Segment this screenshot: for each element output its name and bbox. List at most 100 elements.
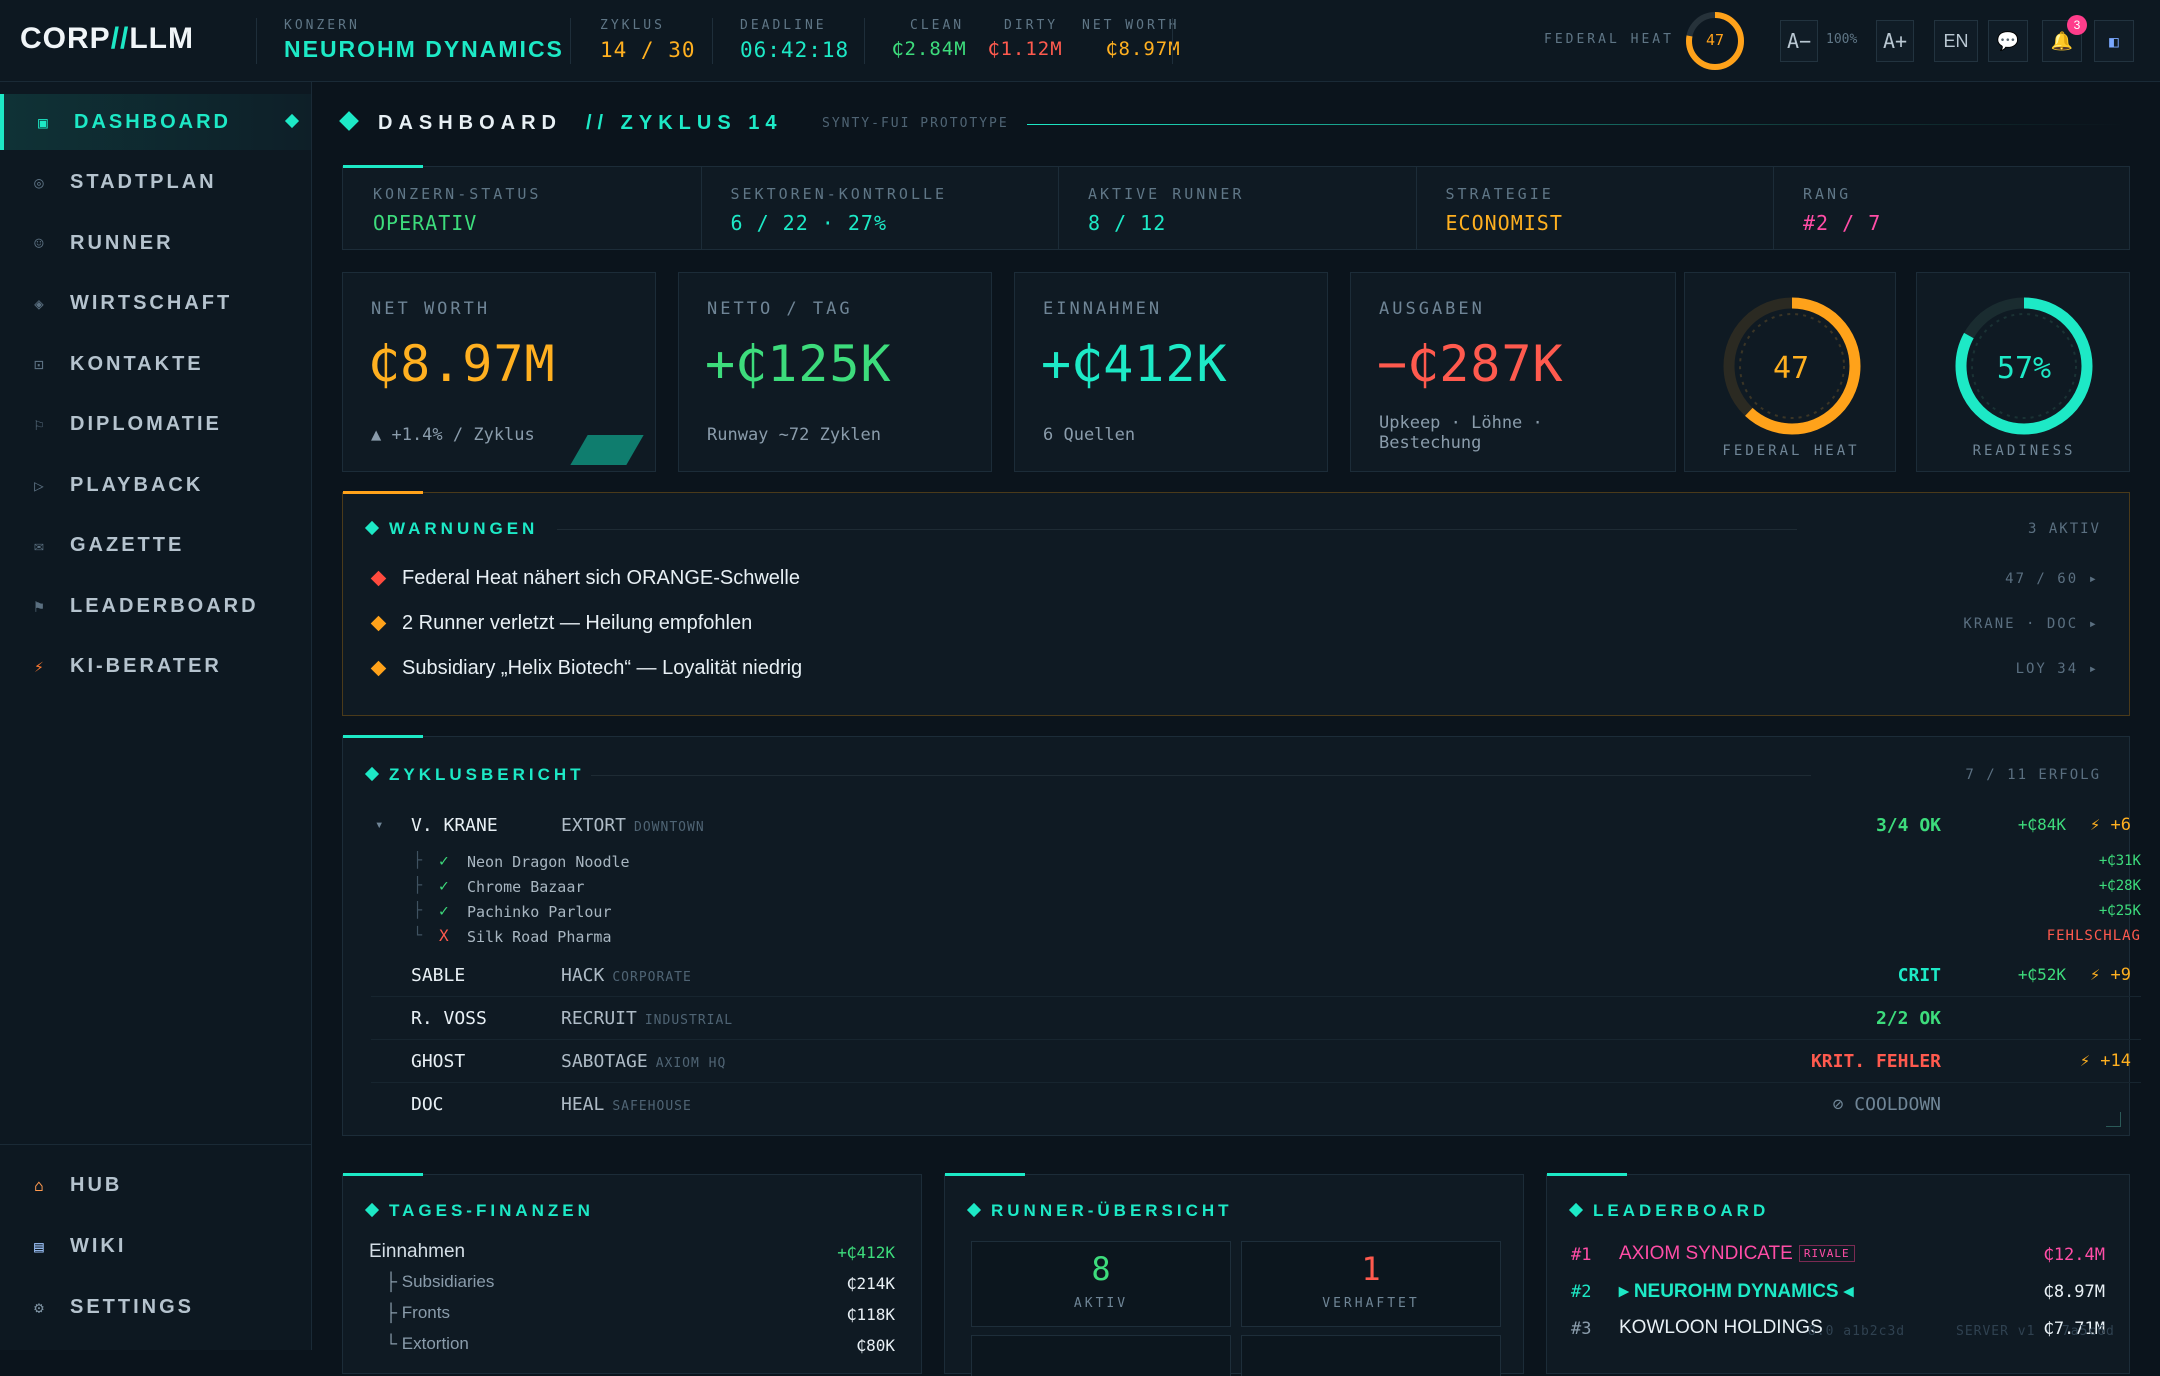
home-icon: ⌂ xyxy=(34,1175,44,1195)
runners-verhaftet-value: 1 xyxy=(1361,1250,1381,1288)
runner-heat: ⚡ +9 xyxy=(2090,965,2131,985)
finance-label: ├ Subsidiaries xyxy=(385,1272,495,1291)
warning-meta[interactable]: 47 / 60 ▸ xyxy=(2005,571,2099,587)
target-amount: +₵31K xyxy=(2098,853,2141,869)
company-name: KOWLOON HOLDINGS xyxy=(1619,1317,1823,1338)
font-increase-button[interactable]: A+ xyxy=(1876,20,1914,62)
leaderboard-rank: #3 xyxy=(1571,1319,1592,1339)
warning-diamond-icon xyxy=(370,570,387,586)
sidebar-item-runner[interactable]: ☺ RUNNER xyxy=(0,215,311,271)
economy-icon: ◈ xyxy=(34,294,44,313)
sidebar-item-hub[interactable]: ⌂ HUB xyxy=(0,1157,311,1213)
app-logo[interactable]: CORP//LLM xyxy=(20,22,194,56)
sidebar-item-stadtplan[interactable]: ◎ STADTPLAN xyxy=(0,155,311,211)
report-subrow: └ X Silk Road Pharma FEHLSCHLAG xyxy=(413,926,2141,951)
report-row-rvoss[interactable]: R. VOSS RECRUIT INDUSTRIAL 2/2 OK xyxy=(371,998,2141,1040)
leaderboard-row[interactable]: #1 AXIOM SYNDICATE RIVALE ₵12.4M xyxy=(1547,1243,2131,1273)
warning-item[interactable]: Subsidiary „Helix Biotech“ — Loyalität n… xyxy=(370,653,802,683)
sidebar-item-ki-berater[interactable]: ⚡ KI-BERATER xyxy=(0,639,311,695)
finance-value: +₵412K xyxy=(837,1243,895,1262)
clean-value: ₵2.84M xyxy=(892,38,967,60)
sidebar-item-wiki[interactable]: ▤ WIKI xyxy=(0,1218,311,1274)
target-amount: +₵28K xyxy=(2098,878,2141,894)
deadline-value: 06:42:18 xyxy=(740,38,850,62)
clean-label: CLEAN xyxy=(910,18,965,33)
notifications-button[interactable]: 🔔 3 xyxy=(2042,15,2087,62)
kpi-networth-value: ₵8.97M xyxy=(369,335,556,393)
warning-item[interactable]: 2 Runner verletzt — Heilung empfohlen xyxy=(370,608,752,638)
runners-diamond-icon xyxy=(966,1202,982,1218)
mail-icon: ✉ xyxy=(34,536,44,555)
sidebar-item-dashboard[interactable]: ▣ DASHBOARD xyxy=(0,94,311,150)
action-type: RECRUIT xyxy=(561,1008,637,1029)
warning-meta[interactable]: KRANE · DOC ▸ xyxy=(1963,616,2099,632)
server-info: SERVER v1 · 7a5c6d xyxy=(1956,1324,2115,1339)
check-icon: ✓ xyxy=(439,901,449,920)
tree-branch: └ xyxy=(413,926,423,944)
sidebar-item-playback[interactable]: ▷ PLAYBACK xyxy=(0,457,311,513)
sidebar-item-gazette[interactable]: ✉ GAZETTE xyxy=(0,518,311,574)
sidebar-item-diplomatie[interactable]: ⚐ DIPLOMATIE xyxy=(0,397,311,453)
sidebar-item-label: LEADERBOARD xyxy=(70,594,259,617)
networth-value: ₵8.97M xyxy=(1106,38,1181,60)
report-row-ghost[interactable]: GHOST SABOTAGE AXIOM HQ KRIT. FEHLER ⚡ +14 xyxy=(371,1041,2141,1083)
flag-icon: ⚐ xyxy=(34,415,44,434)
runners-aktiv-value: 8 xyxy=(1091,1250,1111,1288)
runner-status: 2/2 OK xyxy=(1875,1008,1941,1029)
runner-action: HEAL SAFEHOUSE xyxy=(561,1094,692,1115)
warning-item[interactable]: Federal Heat nähert sich ORANGE-Schwelle xyxy=(370,563,800,593)
report-row-sable[interactable]: SABLE HACK CORPORATE CRIT +₵52K ⚡ +9 xyxy=(371,955,2141,997)
zyklus-value: 14 / 30 xyxy=(600,38,696,62)
finances-diamond-icon xyxy=(364,1202,380,1218)
sidebar-item-label: HUB xyxy=(70,1173,123,1196)
runners-verhaftet-card[interactable]: 1 VERHAFTET xyxy=(1241,1241,1501,1327)
heat-gauge-label: FEDERAL HEAT xyxy=(1722,443,1860,459)
leaderboard-name: ▸ NEUROHM DYNAMICS ◂ xyxy=(1619,1280,1853,1303)
sidebar-item-kontakte[interactable]: ⊡ KONTAKTE xyxy=(0,336,311,392)
leaderboard-panel: LEADERBOARD #1 AXIOM SYNDICATE RIVALE ₵12.4… xyxy=(1546,1173,2131,1374)
target-name: Neon Dragon Noodle xyxy=(467,853,630,871)
leaderboard-name: AXIOM SYNDICATE RIVALE xyxy=(1619,1243,1855,1265)
zyklus-label: ZYKLUS xyxy=(600,18,665,33)
report-panel: ZYKLUSBERICHT 7 / 11 ERFOLG ▾ V. KRANE E… xyxy=(342,735,2141,1136)
report-row-krane[interactable]: ▾ V. KRANE EXTORT DOWNTOWN 3/4 OK +₵84K ⚡… xyxy=(371,805,2141,847)
tree-branch: ├ xyxy=(413,876,423,894)
sidebar-item-label: RUNNER xyxy=(70,231,174,254)
report-subrow: ├ ✓ Neon Dragon Noodle +₵31K xyxy=(413,851,2141,876)
sidebar-item-label: STADTPLAN xyxy=(70,171,217,193)
action-location: AXIOM HQ xyxy=(655,1056,727,1071)
runner-name: R. VOSS xyxy=(411,1008,487,1029)
report-subrow: ├ ✓ Pachinko Parlour +₵25K xyxy=(413,901,2141,926)
leaderboard-row[interactable]: #2 ▸ NEUROHM DYNAMICS ◂ ₵8.97M xyxy=(1547,1280,2131,1310)
warning-text: Federal Heat nähert sich ORANGE-Schwelle xyxy=(402,566,800,589)
runner-status: 3/4 OK xyxy=(1875,815,1941,836)
header-diamond-icon xyxy=(339,111,359,131)
finance-label: ├ Fronts xyxy=(385,1303,450,1322)
kpi-networth: NET WORTH ₵8.97M ▲ +1.4% / Zyklus xyxy=(342,272,656,472)
language-button[interactable]: EN xyxy=(1934,20,1978,62)
sidebar-item-label: KI-BERATER xyxy=(70,655,222,677)
kpi-einnahmen-label: EINNAHMEN xyxy=(1043,299,1163,319)
leaderboard-value: ₵8.97M xyxy=(2043,1282,2105,1302)
runners-panel: RUNNER-ÜBERSICHT 8 AKTIV 1 VERHAFTET xyxy=(944,1173,1524,1376)
heat-gauge-small: 47 xyxy=(1684,10,1746,72)
sidebar-item-settings[interactable]: ⚙ SETTINGS xyxy=(0,1279,311,1335)
report-row-doc[interactable]: DOC HEAL SAFEHOUSE ⊘ COOLDOWN xyxy=(371,1084,2141,1126)
profile-button[interactable]: ◧ xyxy=(2094,20,2134,62)
status-value: #2 / 7 xyxy=(1803,211,1882,235)
warnings-diamond-icon xyxy=(364,520,380,536)
runners-aktiv-card[interactable]: 8 AKTIV xyxy=(971,1241,1231,1327)
company-name: AXIOM SYNDICATE xyxy=(1619,1243,1793,1264)
sidebar-item-wirtschaft[interactable]: ◈ WIRTSCHAFT xyxy=(0,276,311,332)
heat-gauge-small-value: 47 xyxy=(1705,31,1725,49)
chat-button[interactable]: 💬 xyxy=(1988,20,2028,62)
runner-name: DOC xyxy=(411,1094,444,1115)
sidebar-item-label: WIRTSCHAFT xyxy=(70,292,233,314)
runner-action: HACK CORPORATE xyxy=(561,965,692,986)
report-count: 7 / 11 ERFOLG xyxy=(1965,767,2101,783)
runner-name: SABLE xyxy=(411,965,466,986)
sidebar-item-leaderboard[interactable]: ⚑ LEADERBOARD xyxy=(0,578,311,634)
warning-meta[interactable]: LOY 34 ▸ xyxy=(2016,661,2099,677)
expand-toggle-icon[interactable]: ▾ xyxy=(375,817,383,833)
font-decrease-button[interactable]: A− xyxy=(1780,20,1818,62)
